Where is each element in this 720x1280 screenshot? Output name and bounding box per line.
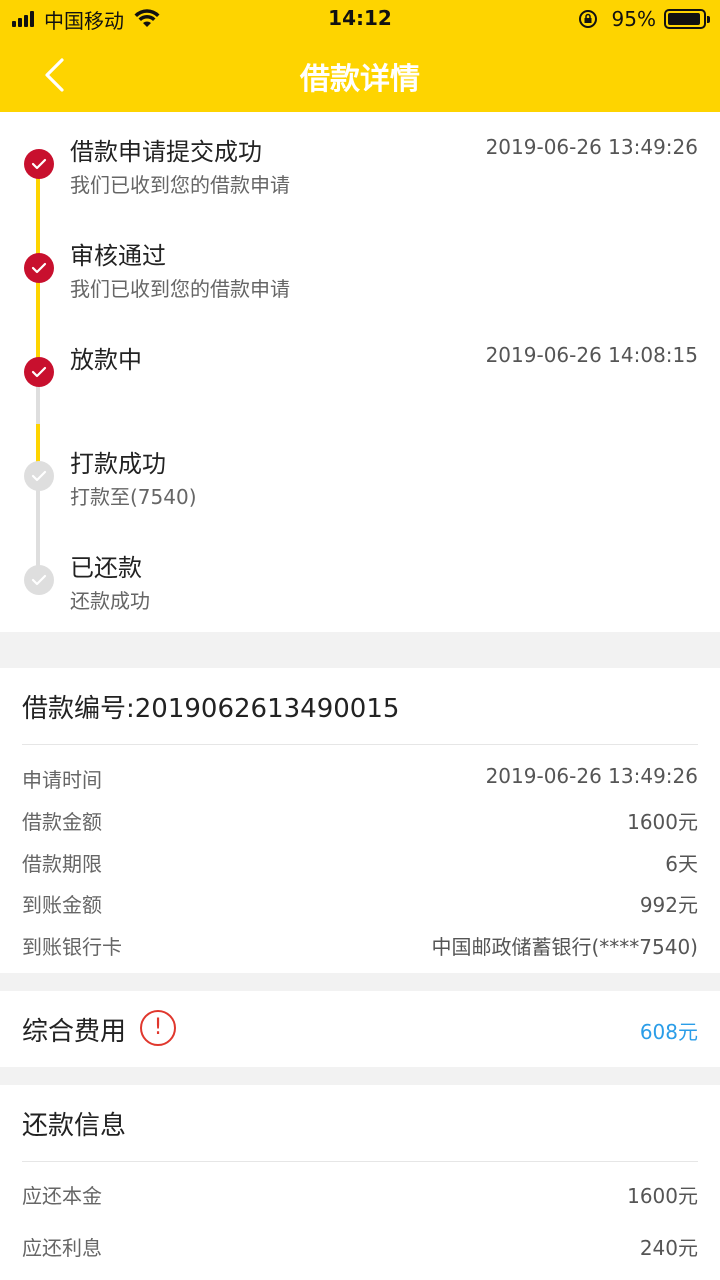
fee-card[interactable]: 综合费用 ! 608元 [0,991,720,1067]
step-subtitle: 我们已收到您的借款申请 [70,173,290,197]
divider [22,744,698,745]
row-value: 中国邮政储蓄银行(****7540) [431,935,698,959]
repay-row-interest: 应还利息 240元 [22,1232,698,1262]
step-check-icon [24,253,54,283]
loan-info-card: 借款编号:2019062613490015 申请时间 2019-06-26 13… [0,668,720,973]
row-label: 到账银行卡 [22,935,122,959]
battery-icon [664,9,710,29]
timeline-step-approved: 审核通过 我们已收到您的借款申请 [0,216,720,306]
row-label: 借款金额 [22,810,102,834]
battery-percentage: 95% [611,7,656,31]
row-value: 2019-06-26 13:49:26 [485,764,698,788]
loan-number: 借款编号:2019062613490015 [22,694,400,724]
loan-row-amount: 借款金额 1600元 [22,806,698,836]
step-check-icon [24,461,54,491]
timeline-step-submitted: 借款申请提交成功 我们已收到您的借款申请 2019-06-26 13:49:26 [0,112,720,202]
step-subtitle: 还款成功 [70,589,150,613]
step-title: 审核通过 [70,242,166,270]
info-alert-icon[interactable]: ! [140,1010,176,1046]
loan-row-received: 到账金额 992元 [22,889,698,919]
row-label: 到账金额 [22,893,102,917]
timeline-step-paid: 打款成功 打款至(7540) [0,424,720,514]
step-check-icon [24,149,54,179]
step-check-icon [24,565,54,595]
step-subtitle: 打款至(7540) [70,485,197,509]
app-header: 中国移动 14:12 95% 借款详情 [0,0,720,112]
step-subtitle: 我们已收到您的借款申请 [70,277,290,301]
row-value: 1600元 [627,810,698,834]
repay-row-principal: 应还本金 1600元 [22,1180,698,1210]
step-title: 放款中 [70,346,142,374]
loan-row-bank-card: 到账银行卡 中国邮政储蓄银行(****7540) [22,931,698,961]
row-label: 应还本金 [22,1184,102,1208]
row-value: 992元 [639,893,698,917]
page-title: 借款详情 [300,62,420,97]
row-label: 申请时间 [22,768,102,792]
status-bar: 中国移动 14:12 95% [0,0,720,38]
divider [22,1161,698,1162]
step-title: 打款成功 [70,450,166,478]
step-title: 借款申请提交成功 [70,138,262,166]
row-label: 应还利息 [22,1236,102,1260]
row-label: 借款期限 [22,852,102,876]
status-right: 95% [578,6,710,32]
fee-value: 608元 [639,1020,698,1044]
row-value: 240元 [639,1236,698,1260]
step-title: 已还款 [70,554,142,582]
timeline-step-disbursing: 放款中 2019-06-26 14:08:15 [0,320,720,410]
loan-progress-timeline: 借款申请提交成功 我们已收到您的借款申请 2019-06-26 13:49:26… [0,112,720,632]
row-value: 6天 [665,852,698,876]
fee-label: 综合费用 [22,1017,127,1047]
repayment-info-card: 还款信息 应还本金 1600元 应还利息 240元 [0,1085,720,1280]
navigation-bar: 借款详情 [0,38,720,112]
repayment-title: 还款信息 [22,1111,127,1141]
rotation-lock-icon [578,10,597,28]
battery-fill [668,13,701,25]
step-time: 2019-06-26 13:49:26 [485,135,698,159]
step-check-icon [24,357,54,387]
loan-row-apply-time: 申请时间 2019-06-26 13:49:26 [22,764,698,794]
timeline-step-repaid: 已还款 还款成功 [0,528,720,618]
step-time: 2019-06-26 14:08:15 [485,343,698,367]
loan-row-term: 借款期限 6天 [22,848,698,878]
row-value: 1600元 [627,1184,698,1208]
